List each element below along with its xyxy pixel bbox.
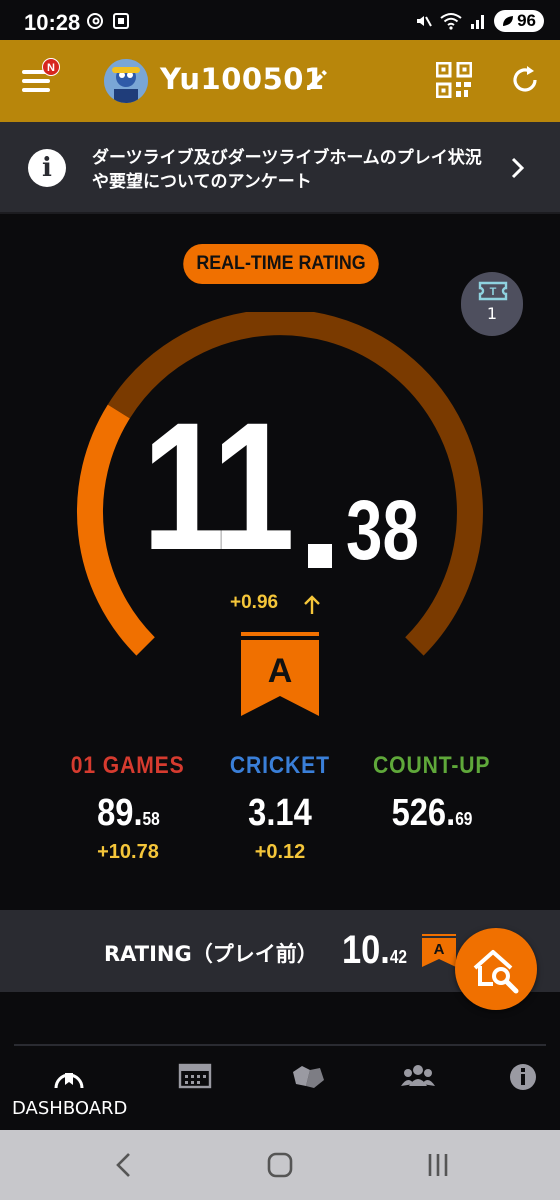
stat-label: CRICKET: [229, 752, 331, 779]
stat-delta: +0.12: [254, 841, 306, 863]
ticket-icon: T: [478, 281, 508, 301]
screenshot-icon: [113, 13, 129, 29]
awards-icon: [293, 1066, 324, 1088]
refresh-icon[interactable]: [508, 63, 542, 97]
mute-icon: [417, 16, 432, 27]
username: Yu100501: [160, 62, 325, 96]
nav-calendar[interactable]: [140, 1046, 252, 1130]
wifi-icon: [440, 13, 462, 30]
nav-awards[interactable]: [252, 1046, 364, 1130]
class-letter: A: [267, 652, 293, 690]
stat-value: 3.14: [248, 792, 312, 834]
battery-leaf-icon: [503, 16, 514, 26]
rating-decimal: 38: [346, 483, 419, 577]
previous-class-letter: A: [434, 941, 445, 958]
menu-button[interactable]: N: [22, 58, 60, 96]
info-icon: i: [28, 149, 66, 187]
back-icon[interactable]: [112, 1150, 136, 1180]
previous-rating-value: 10.42: [342, 928, 408, 972]
rating-integer: 11: [142, 384, 295, 588]
previous-class-flag: A: [422, 934, 456, 967]
realtime-rating-label: REAL-TIME RATING: [183, 244, 379, 284]
svg-text:T: T: [490, 286, 497, 298]
recents-icon[interactable]: [424, 1150, 452, 1180]
threads-icon: [87, 13, 103, 29]
notification-badge: N: [42, 58, 60, 76]
nav-friends[interactable]: [362, 1046, 474, 1130]
scoreboard-icon: [178, 1063, 212, 1089]
stat-label: COUNT-UP: [373, 752, 491, 779]
stat-value: 526.69: [391, 792, 473, 834]
dashboard-icon: [54, 1073, 84, 1089]
app-header: N Yu100501: [0, 40, 560, 122]
group-icon: [401, 1065, 435, 1086]
survey-notice[interactable]: i ダーツライブ及びダーツライブホームのプレイ状況や要望についてのアンケート: [0, 122, 560, 214]
stat-delta: +10.78: [97, 841, 159, 863]
stat-cricket: CRICKET 3.14 +0.12: [200, 752, 360, 864]
shop-search-button[interactable]: [455, 928, 537, 1010]
arrow-up-icon: [304, 595, 320, 614]
home-search-icon: [473, 950, 519, 994]
status-time: 10:28: [24, 10, 81, 35]
system-nav-bar: [0, 1130, 560, 1200]
avatar-image: [104, 59, 148, 103]
gauge-progress: [77, 404, 155, 656]
stat-count-up: COUNT-UP 526.69: [352, 752, 512, 841]
battery-level: 96: [517, 11, 536, 30]
stat-value: 89.58: [96, 792, 160, 834]
info-circle-icon: [510, 1064, 536, 1090]
avatar[interactable]: [104, 59, 148, 103]
rating-decimal-point: [308, 544, 332, 568]
previous-rating-label: RATING（プレイ前）: [104, 942, 318, 966]
home-icon[interactable]: [266, 1150, 294, 1180]
nav-info[interactable]: [470, 1046, 560, 1130]
pencil-icon[interactable]: [303, 67, 329, 93]
signal-icon: [471, 15, 485, 29]
qr-code-icon[interactable]: [436, 62, 472, 98]
status-bar: 10:28 96: [0, 0, 560, 40]
nav-dashboard[interactable]: DASHBOARD: [0, 1046, 127, 1130]
stat-01-games: 01 GAMES 89.58 +10.78: [48, 752, 208, 864]
bottom-nav: DASHBOARD: [0, 1046, 560, 1130]
rating-delta: +0.96: [230, 592, 279, 613]
notice-text: ダーツライブ及びダーツライブホームのプレイ状況や要望についてのアンケート: [92, 148, 482, 192]
battery-indicator: 96: [494, 10, 544, 32]
nav-dashboard-label: DASHBOARD: [12, 1098, 128, 1119]
stat-label: 01 GAMES: [71, 752, 185, 779]
chevron-right-icon[interactable]: [508, 154, 528, 182]
